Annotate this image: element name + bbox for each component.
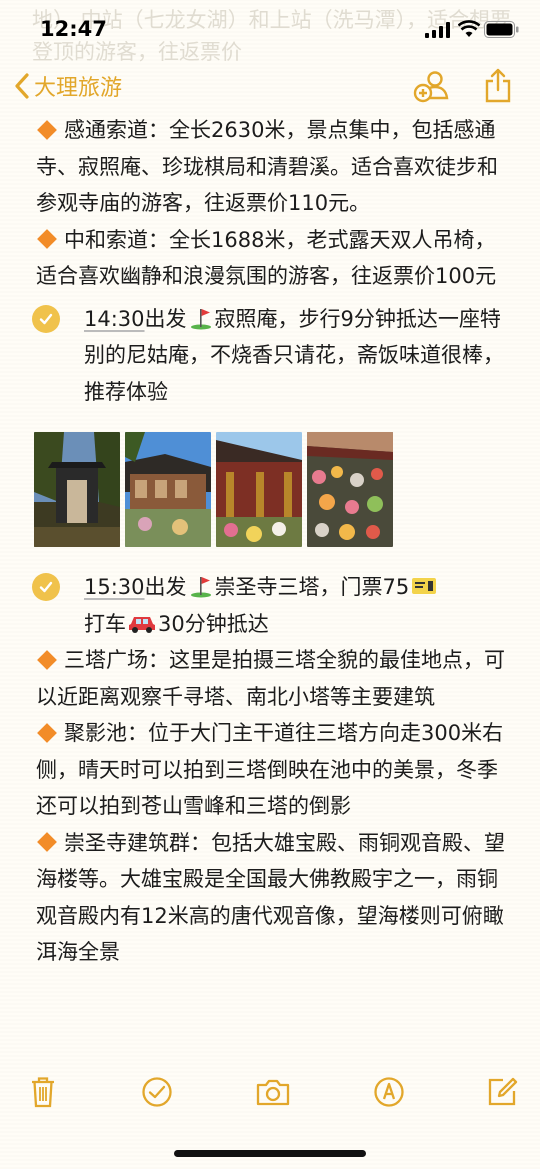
orange-diamond-icon (37, 119, 57, 140)
back-button[interactable]: 大理旅游 (14, 70, 122, 102)
time-text: 14:30 (84, 306, 145, 331)
checklist-text: 崇圣寺三塔，门票75 (214, 575, 410, 599)
checkmark-circle-icon[interactable] (32, 573, 60, 601)
wifi-icon (458, 20, 480, 37)
bullet-paragraph: 中和索道：全长1688米，老式露天双人吊椅，适合喜欢幽静和浪漫氛围的游客，往返票… (36, 222, 506, 295)
paragraph-text: 崇圣寺建筑群：包括大雄宝殿、雨铜观音殿、望海楼等。大雄宝殿是全国最大佛教殿宇之一… (36, 830, 505, 965)
photo-strip (34, 432, 506, 547)
orange-diamond-icon (37, 649, 57, 670)
compose-icon[interactable] (486, 1076, 518, 1108)
bullet-paragraph: 崇圣寺建筑群：包括大雄宝殿、雨铜观音殿、望海楼等。大雄宝殿是全国最大佛教殿宇之一… (36, 825, 506, 971)
bottom-toolbar (0, 1068, 540, 1128)
car-icon (129, 616, 155, 633)
checklist-text: 出发 (144, 575, 187, 599)
orange-diamond-icon (37, 722, 57, 743)
golf-flag-icon (190, 308, 211, 329)
paragraph-text: 聚影池：位于大门主干道往三塔方向走300米右侧，晴天时可以拍到三塔倒映在池中的美… (36, 721, 504, 818)
golf-flag-icon (190, 577, 211, 598)
bullet-paragraph: 感通索道：全长2630米，景点集中，包括感通寺、寂照庵、珍珑棋局和清碧溪。适合喜… (36, 112, 506, 222)
paragraph-text: 中和索道：全长1688米，老式露天双人吊椅，适合喜欢幽静和浪漫氛围的游客，往返票… (36, 227, 497, 289)
status-bar: 地） 中站（七龙女湖）和上站（洗马潭），适合想要登顶的游客，往返票价 12:47 (0, 0, 540, 64)
back-label: 大理旅游 (34, 76, 123, 101)
chevron-left-icon (15, 73, 29, 99)
checklist-text: 打车 (84, 611, 126, 636)
checklist-item: 15:30出发 崇圣寺三塔，门票75 打车 30分钟抵达 (32, 569, 506, 642)
time-text: 15:30 (84, 575, 145, 599)
checklist-text: 出发 (144, 306, 187, 331)
orange-diamond-icon (37, 229, 57, 249)
cellular-signal-icon (425, 22, 450, 38)
ticket-icon (412, 578, 437, 594)
home-indicator[interactable] (174, 1150, 366, 1157)
trash-icon[interactable] (30, 1076, 56, 1108)
orange-diamond-icon (37, 832, 57, 852)
markup-pen-icon[interactable] (373, 1076, 405, 1108)
navigation-bar: 大理旅游 (0, 62, 540, 112)
battery-icon (484, 21, 519, 38)
paragraph-text: 三塔广场：这里是拍摄三塔全貌的最佳地点，可以近距离观察千寻塔、南北小塔等主要建筑 (36, 648, 505, 709)
add-people-icon[interactable] (412, 68, 450, 104)
status-time: 12:47 (40, 17, 107, 41)
temple-gate-photo[interactable] (34, 432, 120, 547)
flower-garden-photo[interactable] (307, 432, 393, 547)
temple-hall-photo[interactable] (216, 432, 302, 547)
checkmark-circle-icon[interactable] (32, 304, 60, 333)
camera-icon[interactable] (255, 1076, 291, 1108)
temple-courtyard-photo[interactable] (125, 432, 211, 547)
bullet-paragraph: 三塔广场：这里是拍摄三塔全貌的最佳地点，可以近距离观察千寻塔、南北小塔等主要建筑 (36, 642, 506, 715)
note-body[interactable]: 感通索道：全长2630米，景点集中，包括感通寺、寂照庵、珍珑棋局和清碧溪。适合喜… (32, 112, 506, 971)
checklist-item: 14:30出发 寂照庵，步行9分钟抵达一座特别的尼姑庵，不烧香只请花，斋饭味道很棒… (32, 301, 506, 411)
checklist-text: 30分钟抵达 (158, 611, 269, 636)
share-icon[interactable] (484, 68, 512, 104)
checklist-icon[interactable] (141, 1076, 173, 1108)
bullet-paragraph: 聚影池：位于大门主干道往三塔方向走300米右侧，晴天时可以拍到三塔倒映在池中的美… (36, 715, 506, 825)
paragraph-text: 感通索道：全长2630米，景点集中，包括感通寺、寂照庵、珍珑棋局和清碧溪。适合喜… (36, 118, 498, 215)
